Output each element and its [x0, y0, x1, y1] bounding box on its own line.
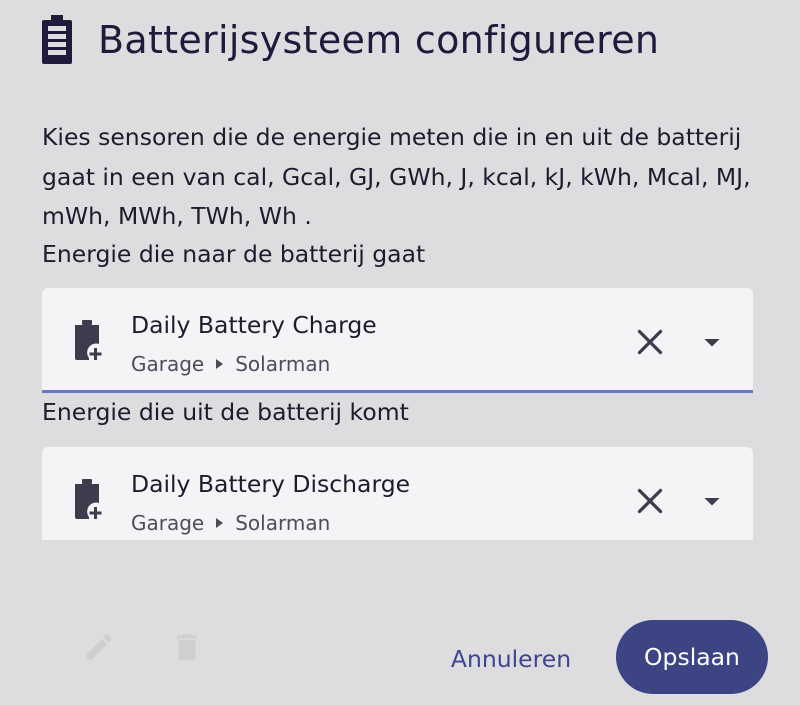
area-label: Garage: [131, 511, 205, 535]
battery-config-dialog: Batterijsysteem configureren Kies sensor…: [0, 0, 800, 705]
entity-name: Daily Battery Charge: [131, 311, 377, 339]
device-label: Solarman: [235, 352, 331, 376]
cancel-button[interactable]: Annuleren: [438, 630, 584, 688]
chevron-down-icon[interactable]: [694, 324, 730, 360]
pencil-icon: [86, 634, 112, 660]
device-label: Solarman: [235, 511, 331, 535]
energy-out-entity-picker[interactable]: Daily Battery Discharge Garage Solarman: [42, 447, 753, 552]
save-button[interactable]: Opslaan: [616, 620, 768, 694]
clear-icon[interactable]: [632, 324, 668, 360]
battery-icon: [42, 15, 72, 64]
breadcrumb-arrow-icon: [216, 359, 224, 369]
dialog-description: Kies sensoren die de energie meten die i…: [42, 123, 751, 230]
area-label: Garage: [131, 352, 205, 376]
clear-icon[interactable]: [632, 483, 668, 519]
dialog-title: Batterijsysteem configureren: [98, 18, 660, 62]
battery-charging-icon: [75, 479, 102, 519]
dialog-header: Batterijsysteem configureren: [40, 12, 659, 68]
battery-charging-icon: [75, 320, 102, 360]
scroll-fade: [42, 540, 753, 552]
entity-breadcrumb: Garage Solarman: [131, 511, 330, 535]
chevron-down-icon[interactable]: [694, 483, 730, 519]
energy-in-label: Energie die naar de batterij gaat: [42, 240, 426, 268]
entity-name: Daily Battery Discharge: [131, 470, 411, 498]
breadcrumb-arrow-icon: [216, 518, 224, 528]
energy-out-label: Energie die uit de batterij komt: [42, 398, 409, 426]
energy-in-entity-picker[interactable]: Daily Battery Charge Garage Solarman: [42, 288, 753, 393]
entity-breadcrumb: Garage Solarman: [131, 352, 330, 376]
trash-icon: [177, 634, 197, 660]
